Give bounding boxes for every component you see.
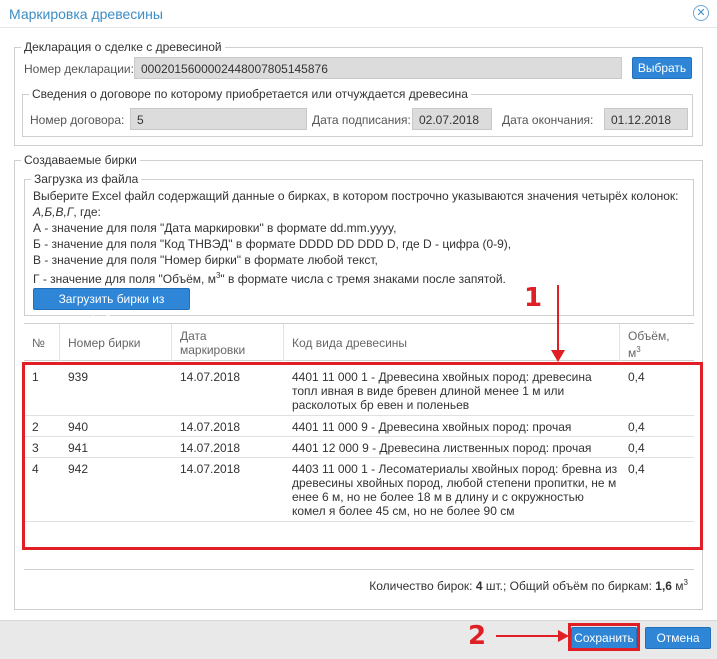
window-title: Маркировка древесины bbox=[9, 6, 163, 22]
table-row[interactable]: 4 942 14.07.2018 4403 11 000 1 - Лесомат… bbox=[24, 458, 694, 522]
table-row[interactable]: 3 941 14.07.2018 4401 12 000 9 - Древеси… bbox=[24, 437, 694, 458]
cell-tag: 940 bbox=[68, 420, 89, 434]
save-button[interactable]: Сохранить bbox=[571, 627, 637, 649]
declaration-legend: Декларация о сделке с древесиной bbox=[24, 40, 222, 54]
cell-tag: 939 bbox=[68, 370, 89, 384]
annotation-marker-2: 2 bbox=[468, 621, 487, 651]
cancel-button[interactable]: Отмена bbox=[645, 627, 711, 649]
cell-date: 14.07.2018 bbox=[180, 370, 241, 384]
cell-tag: 941 bbox=[68, 441, 89, 455]
tags-table: № Номер бирки Дата маркировки Код вида др… bbox=[24, 323, 694, 569]
upload-instruction-6: Г - значение для поля "Объём, м3" в форм… bbox=[33, 268, 506, 287]
upload-instruction-3: А - значение для поля "Дата маркировки" … bbox=[33, 221, 397, 235]
contract-section: Сведения о договоре по которому приобрет… bbox=[22, 87, 693, 137]
upload-legend: Загрузка из файла bbox=[34, 172, 139, 186]
instruction-6-post: " в формате числа с тремя знаками после … bbox=[220, 272, 506, 286]
table-row[interactable]: 2 940 14.07.2018 4401 11 000 9 - Древеси… bbox=[24, 416, 694, 437]
header-volume: Объём, м3 bbox=[628, 329, 670, 360]
cell-volume: 0,4 bbox=[628, 370, 645, 384]
cell-num: 2 bbox=[32, 420, 39, 434]
annotation-marker-1: 1 bbox=[524, 283, 543, 313]
select-declaration-button[interactable]: Выбрать bbox=[632, 57, 692, 79]
title-bar: Маркировка древесины ✕ bbox=[0, 0, 717, 28]
upload-instruction-2: А,Б,В,Г, где: bbox=[33, 204, 101, 220]
cell-volume: 0,4 bbox=[628, 441, 645, 455]
upload-instruction-5: В - значение для поля "Номер бирки" в фо… bbox=[33, 253, 378, 267]
cell-code: 4401 11 000 1 - Древесина хвойных пород:… bbox=[292, 370, 592, 412]
declaration-number-label: Номер декларации: bbox=[24, 62, 134, 76]
cell-date: 14.07.2018 bbox=[180, 441, 241, 455]
contract-signed-label: Дата подписания: bbox=[312, 113, 411, 127]
cell-volume: 0,4 bbox=[628, 420, 645, 434]
header-wood-code: Код вида древесины bbox=[284, 324, 620, 361]
instruction-6-pre: Г - значение для поля "Объём, м bbox=[33, 272, 216, 286]
column-letters: А,Б,В,Г bbox=[33, 205, 74, 219]
table-row[interactable]: 1 939 14.07.2018 4401 11 000 1 - Древеси… bbox=[24, 366, 694, 416]
cell-tag: 942 bbox=[68, 462, 89, 476]
cell-code: 4403 11 000 1 - Лесоматериалы хвойных по… bbox=[292, 462, 618, 518]
tags-summary: Количество бирок: 4 шт.; Общий объём по … bbox=[369, 578, 688, 593]
contract-number-label: Номер договора: bbox=[30, 113, 125, 127]
cell-date: 14.07.2018 bbox=[180, 462, 241, 476]
cell-date: 14.07.2018 bbox=[180, 420, 241, 434]
header-num: № bbox=[24, 324, 60, 361]
contract-signed-field[interactable]: 02.07.2018 bbox=[412, 108, 492, 130]
cell-code: 4401 12 000 9 - Древесина лиственных пор… bbox=[292, 441, 592, 455]
header-tag-number: Номер бирки bbox=[60, 324, 172, 361]
contract-legend: Сведения о договоре по которому приобрет… bbox=[32, 87, 468, 101]
header-marking-date: Дата маркировки bbox=[172, 324, 284, 361]
upload-instruction-1: Выберите Excel файл содержащий данные о … bbox=[33, 189, 679, 203]
table-footer: Количество бирок: 4 шт.; Общий объём по … bbox=[24, 569, 694, 599]
close-icon[interactable]: ✕ bbox=[693, 5, 709, 21]
declaration-number-field[interactable]: 0002015600002448007805145876 bbox=[134, 57, 622, 79]
contract-end-label: Дата окончания: bbox=[502, 113, 594, 127]
cell-num: 3 bbox=[32, 441, 39, 455]
table-header: № Номер бирки Дата маркировки Код вида др… bbox=[24, 324, 694, 361]
cell-num: 4 bbox=[32, 462, 39, 476]
upload-instruction-4: Б - значение для поля "Код ТНВЭД" в форм… bbox=[33, 237, 512, 251]
contract-end-field[interactable]: 01.12.2018 bbox=[604, 108, 688, 130]
contract-number-field[interactable]: 5 bbox=[130, 108, 307, 130]
column-letters-suffix: , где: bbox=[73, 205, 101, 219]
tags-legend: Создаваемые бирки bbox=[24, 153, 137, 167]
upload-tags-button[interactable]: Загрузить бирки из файла... bbox=[33, 288, 190, 326]
cell-volume: 0,4 bbox=[628, 462, 645, 476]
cell-code: 4401 11 000 9 - Древесина хвойных пород:… bbox=[292, 420, 572, 434]
cell-num: 1 bbox=[32, 370, 39, 384]
